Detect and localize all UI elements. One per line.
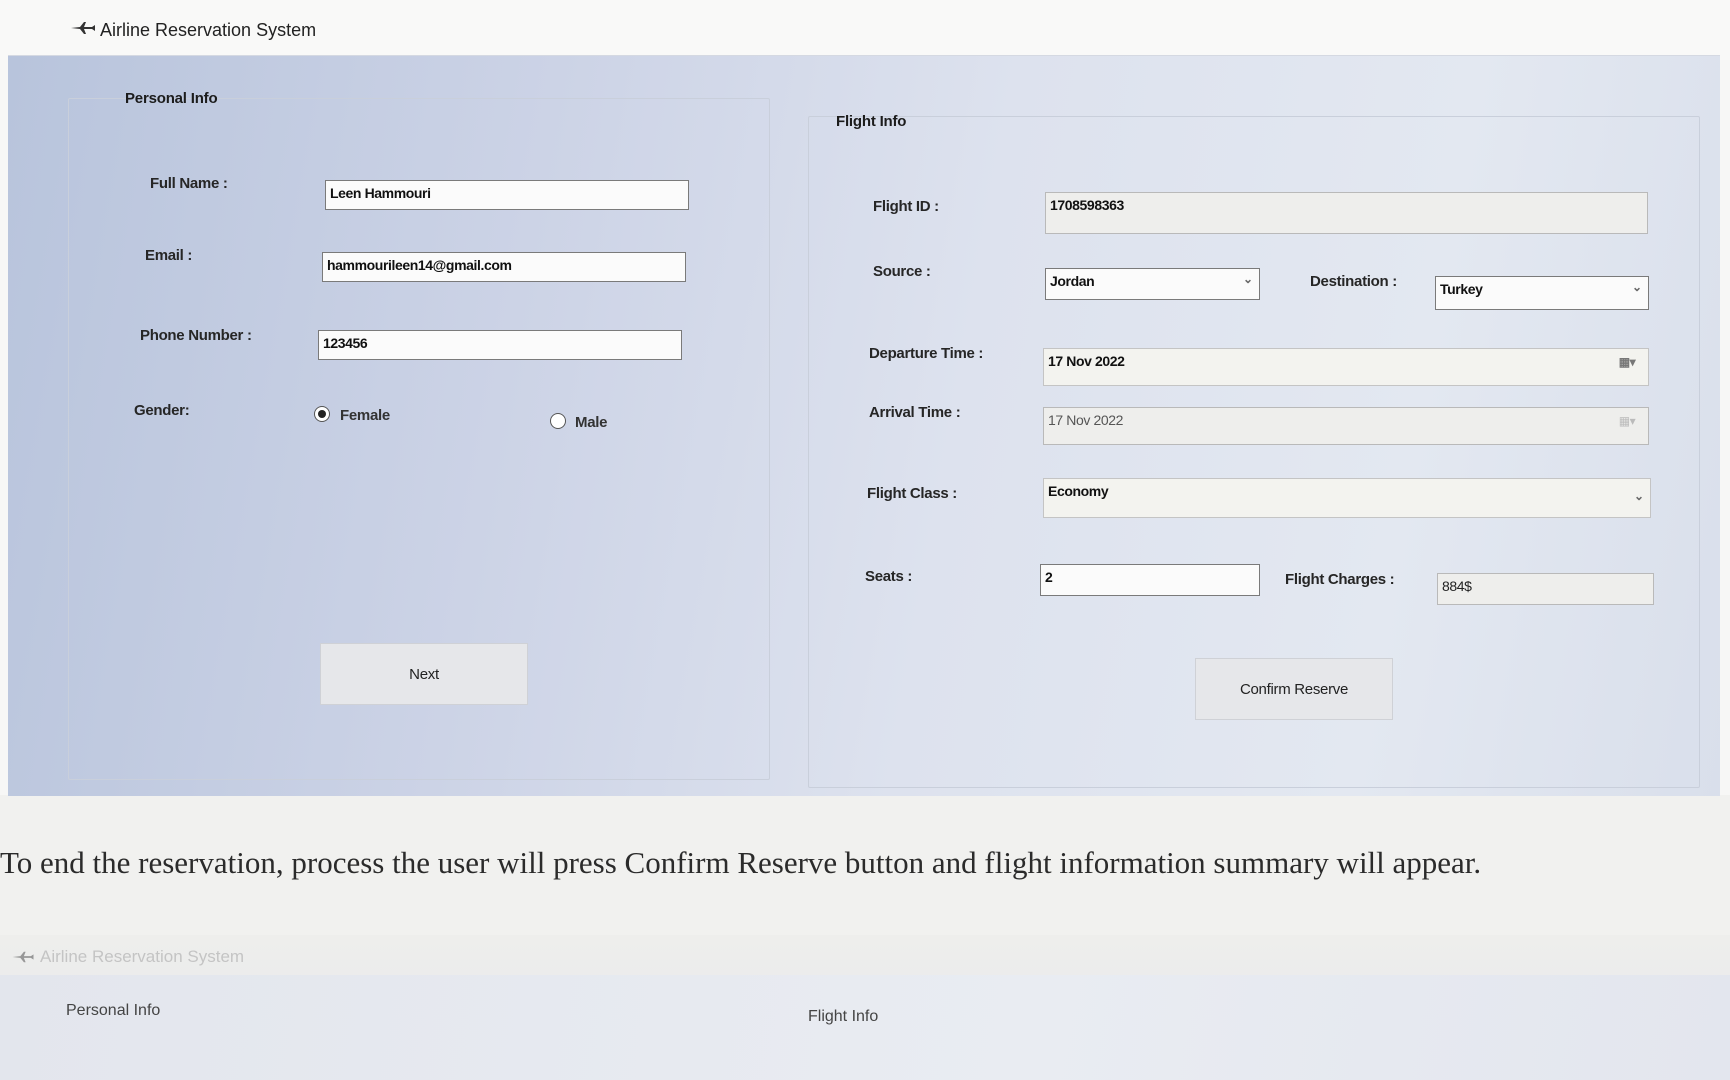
airplane-icon bbox=[71, 22, 95, 34]
arrival-time-value: 17 Nov 2022 bbox=[1048, 412, 1123, 428]
arrival-time-picker: 17 Nov 2022 ▦▾ bbox=[1043, 407, 1649, 445]
calendar-icon: ▦▾ bbox=[1618, 414, 1636, 428]
seats-label: Seats : bbox=[865, 568, 913, 585]
arrival-time-label: Arrival Time : bbox=[869, 404, 961, 421]
gender-label: Gender: bbox=[134, 402, 190, 419]
flight-info-title: Flight Info bbox=[836, 113, 907, 130]
male-radio[interactable] bbox=[550, 413, 566, 429]
second-window-title: Airline Reservation System bbox=[40, 947, 245, 966]
flight-class-value: Economy bbox=[1048, 483, 1109, 499]
source-label: Source : bbox=[873, 263, 931, 280]
second-flight-info-title: Flight Info bbox=[808, 1008, 879, 1025]
phone-number-label: Phone Number : bbox=[140, 327, 252, 344]
source-select[interactable]: Jordan ⌄ bbox=[1045, 268, 1260, 300]
flight-charges-field: 884$ bbox=[1437, 573, 1654, 605]
flight-id-label: Flight ID : bbox=[873, 198, 939, 215]
female-radio-label[interactable]: Female bbox=[340, 407, 390, 424]
title-bar: Airline Reservation System bbox=[0, 0, 1730, 60]
second-app-window: Airline Reservation System Personal Info… bbox=[0, 935, 1730, 1080]
flight-class-label: Flight Class : bbox=[867, 485, 957, 502]
chevron-down-icon: ⌄ bbox=[1634, 489, 1644, 503]
window-title: Airline Reservation System bbox=[100, 20, 317, 40]
second-window-client: Personal Info Flight Info bbox=[0, 975, 1730, 1080]
email-field[interactable]: hammourileen14@gmail.com bbox=[322, 252, 686, 282]
airplane-icon bbox=[12, 951, 34, 963]
seats-field[interactable]: 2 bbox=[1040, 564, 1260, 596]
document-caption: To end the reservation, process the user… bbox=[0, 845, 1482, 880]
male-radio-label[interactable]: Male bbox=[575, 414, 607, 431]
flight-class-select[interactable]: Economy ⌄ bbox=[1043, 478, 1651, 518]
full-name-field[interactable]: Leen Hammouri bbox=[325, 180, 689, 210]
destination-select-value: Turkey bbox=[1440, 281, 1483, 297]
full-name-label: Full Name : bbox=[150, 175, 228, 192]
app-window: Airline Reservation System — ☐ ✕ Persona… bbox=[0, 0, 1730, 796]
flight-charges-label: Flight Charges : bbox=[1285, 571, 1395, 588]
calendar-icon[interactable]: ▦▾ bbox=[1614, 353, 1640, 371]
source-select-value: Jordan bbox=[1050, 273, 1095, 289]
departure-time-label: Departure Time : bbox=[869, 345, 984, 362]
second-personal-info-title: Personal Info bbox=[66, 1002, 161, 1019]
departure-time-value: 17 Nov 2022 bbox=[1048, 353, 1125, 369]
email-label: Email : bbox=[145, 247, 193, 264]
destination-label: Destination : bbox=[1310, 273, 1397, 290]
chevron-down-icon: ⌄ bbox=[1243, 272, 1253, 286]
female-radio[interactable] bbox=[314, 406, 330, 422]
chevron-down-icon: ⌄ bbox=[1632, 280, 1642, 294]
confirm-reserve-button[interactable]: Confirm Reserve bbox=[1195, 658, 1393, 720]
destination-select[interactable]: Turkey ⌄ bbox=[1435, 276, 1649, 310]
personal-info-title: Personal Info bbox=[125, 90, 218, 107]
flight-id-field: 1708598363 bbox=[1045, 192, 1648, 234]
departure-time-picker[interactable]: 17 Nov 2022 ▦▾ bbox=[1043, 348, 1649, 386]
next-button[interactable]: Next bbox=[320, 643, 528, 705]
phone-number-field[interactable]: 123456 bbox=[318, 330, 682, 360]
